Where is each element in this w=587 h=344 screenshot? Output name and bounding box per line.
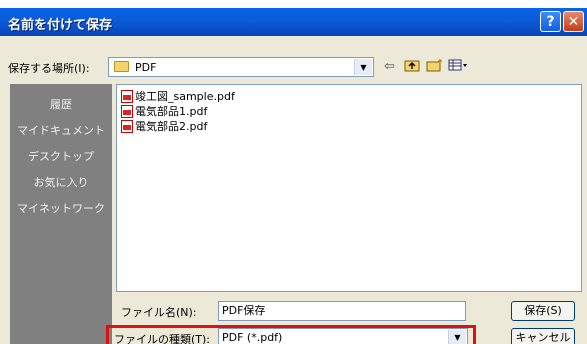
place-favorites[interactable]: お気に入り [10, 174, 112, 190]
close-icon: ✕ [567, 13, 580, 30]
place-my-documents[interactable]: マイドキュメント [10, 122, 112, 138]
places-bar: 履歴 マイドキュメント デスクトップ お気に入り マイネットワーク [10, 84, 112, 344]
help-button[interactable]: ? [540, 11, 561, 32]
place-history[interactable]: 履歴 [10, 96, 112, 112]
highlight-box [106, 325, 476, 344]
list-item[interactable]: 電気部品1.pdf [121, 103, 207, 118]
list-item[interactable]: 電気部品2.pdf [121, 118, 207, 133]
close-button[interactable]: ✕ [563, 11, 584, 32]
place-desktop[interactable]: デスクトップ [10, 148, 112, 164]
pdf-file-icon [121, 119, 133, 133]
file-name: 竣工図_sample.pdf [135, 90, 235, 103]
file-list: 竣工図_sample.pdf 電気部品1.pdf 電気部品2.pdf [116, 84, 582, 292]
file-name-field[interactable]: PDF保存 [218, 301, 466, 321]
save-in-value: PDF [135, 61, 157, 74]
save-in-combo[interactable]: PDF ▼ [108, 57, 374, 77]
help-icon: ? [546, 13, 555, 30]
up-folder-icon[interactable] [404, 58, 420, 76]
dialog-title: 名前を付けて保存 [8, 18, 113, 33]
list-item[interactable]: 竣工図_sample.pdf [121, 88, 235, 103]
save-button[interactable]: 保存(S) [511, 301, 575, 321]
view-menu-icon[interactable] [448, 58, 468, 76]
chevron-down-icon[interactable]: ▼ [354, 59, 372, 75]
pdf-file-icon [121, 104, 133, 118]
title-bar[interactable]: 名前を付けて保存 ? ✕ [0, 8, 587, 36]
file-name: 電気部品2.pdf [135, 120, 208, 133]
pdf-file-icon [121, 89, 133, 103]
save-as-dialog: 名前を付けて保存 ? ✕ 保存する場所(I): PDF ▼ ⇦ 履歴 マイドキュ… [0, 8, 587, 344]
new-folder-icon[interactable] [426, 58, 444, 76]
folder-icon [114, 61, 129, 72]
file-name: 電気部品1.pdf [135, 105, 208, 118]
back-icon[interactable]: ⇦ [384, 58, 395, 76]
file-name-label: ファイル名(N): [121, 306, 197, 319]
save-in-label: 保存する場所(I): [8, 62, 90, 75]
cancel-button[interactable]: キャンセル [511, 328, 575, 344]
place-my-network[interactable]: マイネットワーク [10, 200, 112, 216]
